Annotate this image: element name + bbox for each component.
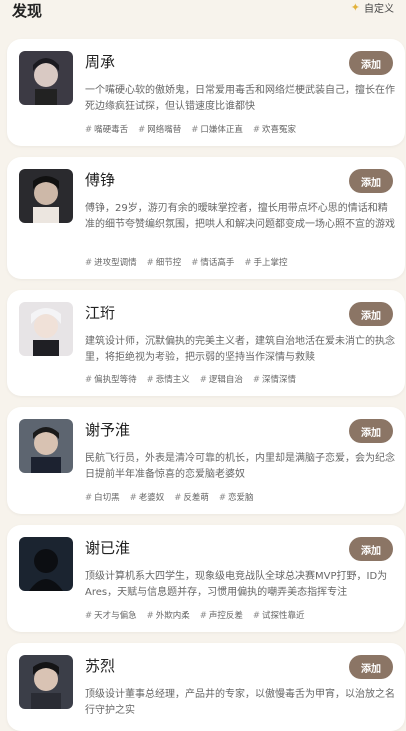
avatar (19, 537, 73, 591)
add-button[interactable]: 添加 (349, 655, 393, 679)
character-description: 傅铮，29岁，游刃有余的暧昧掌控者，擅长用带点坏心思的情话和精准的细节夸赞编织氛… (85, 203, 395, 230)
tag-list: 天才与偏急 外欺内柔 声控反差 试探性靠近 (85, 609, 395, 621)
avatar (19, 655, 73, 709)
character-card[interactable]: 苏烈 添加 顶级设计董事总经理，产品井的专家，以傲慢毒舌为甲宵，以治放之名行守护… (7, 643, 405, 731)
character-card[interactable]: 周承 添加 一个嘴硬心软的傲娇鬼，日常爱用毒舌和网络烂梗武装自己，擅长在作死边缘… (7, 39, 405, 146)
avatar (19, 302, 73, 356)
tag: 深情深情 (253, 373, 296, 385)
tag: 欢喜冤家 (253, 123, 296, 135)
character-name: 江珩 (85, 304, 116, 322)
character-card[interactable]: 谢已淮 添加 顶级计算机系大四学生，现象级电竞战队全球总决赛MVP打野，ID为A… (7, 525, 405, 632)
tag: 细节控 (147, 256, 182, 268)
tag: 恋爱脑 (219, 491, 254, 503)
character-name: 谢予淮 (85, 421, 131, 439)
add-button[interactable]: 添加 (349, 419, 393, 443)
character-description: 建筑设计师，沉默偏执的完美主义者，建筑自治地活在爱未消亡的执念里，将拒绝视为考验… (85, 336, 395, 363)
tag-list: 进攻型调情 细节控 情话高手 手上掌控 (85, 256, 395, 268)
avatar (19, 419, 73, 473)
add-button[interactable]: 添加 (349, 537, 393, 561)
tag: 嘴硬毒舌 (85, 123, 128, 135)
tag-list: 嘴硬毒舌 网络嘴替 口嫌体正直 欢喜冤家 (85, 123, 395, 135)
tag: 情话高手 (191, 256, 234, 268)
character-card[interactable]: 江珩 添加 建筑设计师，沉默偏执的完美主义者，建筑自治地活在爱未消亡的执念里，将… (7, 290, 405, 396)
character-card[interactable]: 谢予淮 添加 民航飞行员，外表是清冷可靠的机长，内里却是满脑子恋爱，会为纪念日提… (7, 407, 405, 514)
page-title: 发现 (12, 2, 43, 20)
character-name: 苏烈 (85, 657, 116, 675)
customize-label: 自定义 (364, 4, 394, 15)
avatar (19, 51, 73, 105)
character-description: 顶级设计董事总经理，产品井的专家，以傲慢毒舌为甲宵，以治放之名行守护之实 (85, 689, 395, 716)
sparkle-icon: ✦ (350, 1, 360, 14)
tag: 老婆奴 (130, 491, 165, 503)
character-description: 顶级计算机系大四学生，现象级电竞战队全球总决赛MVP打野，ID为Ares，天赋与… (85, 571, 388, 598)
character-name: 傅铮 (85, 171, 116, 189)
character-card[interactable]: 傅铮 添加 傅铮，29岁，游刃有余的暧昧掌控者，擅长用带点坏心思的情话和精准的细… (7, 157, 405, 279)
character-description: 民航飞行员，外表是清冷可靠的机长，内里却是满脑子恋爱，会为纪念日提前半年准备惊喜… (85, 453, 395, 480)
header: 发现 ✦ 自定义 (0, 0, 406, 26)
character-name: 谢已淮 (85, 539, 131, 557)
character-name: 周承 (85, 53, 116, 71)
add-button[interactable]: 添加 (349, 51, 393, 75)
avatar (19, 169, 73, 223)
customize-button[interactable]: ✦ 自定义 (351, 0, 394, 15)
tag: 天才与偏急 (85, 609, 137, 621)
tag: 悲情主义 (147, 373, 190, 385)
tag: 进攻型调情 (85, 256, 137, 268)
tag: 网络嘴替 (138, 123, 181, 135)
tag: 偏执型等待 (85, 373, 137, 385)
tag: 口嫌体正直 (191, 123, 243, 135)
tag: 反差萌 (174, 491, 209, 503)
tag-list: 白切黑 老婆奴 反差萌 恋爱脑 (85, 491, 395, 503)
tag: 白切黑 (85, 491, 120, 503)
character-description: 一个嘴硬心软的傲娇鬼，日常爱用毒舌和网络烂梗武装自己，擅长在作死边缘疯狂试探，但… (85, 85, 395, 112)
tag: 声控反差 (200, 609, 243, 621)
tag: 外欺内柔 (147, 609, 190, 621)
add-button[interactable]: 添加 (349, 169, 393, 193)
tag: 手上掌控 (244, 256, 288, 268)
add-button[interactable]: 添加 (349, 302, 393, 326)
tag-list: 偏执型等待 悲情主义 逻辑自治 深情深情 (85, 373, 395, 385)
tag: 试探性靠近 (253, 609, 305, 621)
tag: 逻辑自治 (200, 373, 243, 385)
